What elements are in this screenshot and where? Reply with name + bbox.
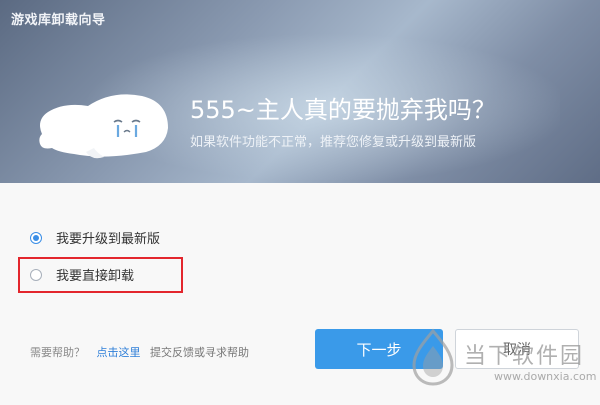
options-panel: 我要升级到最新版 我要直接卸载 需要帮助？ 点击这里 提交反馈或寻求帮助 下一步…	[0, 183, 600, 405]
help-row: 需要帮助？ 点击这里 提交反馈或寻求帮助	[30, 344, 249, 360]
radio-uninstall[interactable]	[30, 268, 42, 281]
subline-text: 如果软件功能不正常，推荐您修复或升级到最新版	[190, 135, 477, 150]
option-upgrade-label: 我要升级到最新版	[56, 232, 161, 247]
headline-text: 555~主人真的要抛弃我吗？	[190, 96, 496, 124]
help-question: 需要帮助？	[30, 346, 85, 359]
option-upgrade[interactable]: 我要升级到最新版	[30, 228, 160, 247]
option-uninstall-label: 我要直接卸载	[56, 269, 135, 284]
seal-mascot-icon	[39, 94, 169, 159]
next-button[interactable]: 下一步	[315, 329, 443, 369]
help-text: 提交反馈或寻求帮助	[150, 346, 249, 359]
header-banner: 游戏库卸载向导 555~主人真的要抛弃我吗？ 如果软件功能不正常，推荐您修复或升…	[0, 0, 600, 183]
help-link[interactable]: 点击这里	[97, 346, 141, 359]
window-title: 游戏库卸载向导	[11, 13, 106, 28]
radio-upgrade[interactable]	[30, 231, 42, 244]
cancel-button[interactable]: 取消	[455, 329, 579, 369]
option-uninstall[interactable]: 我要直接卸载	[30, 265, 134, 284]
